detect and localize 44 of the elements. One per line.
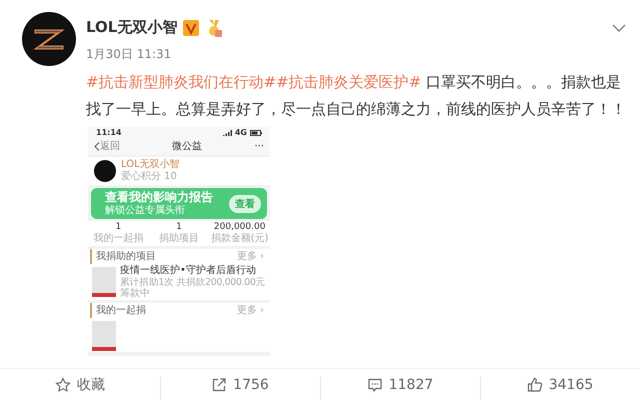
photo-placeholder xyxy=(92,267,116,297)
thumbs-up-icon xyxy=(526,377,543,393)
page-title: 微公益 xyxy=(172,140,202,153)
author-name[interactable]: LOL无双小智 xyxy=(86,18,178,37)
hashtag-link[interactable]: #抗击肺炎关爱医护# xyxy=(276,73,422,91)
more-menu[interactable]: ··· xyxy=(254,140,264,152)
stat-label: 我的一起捐 xyxy=(93,233,144,245)
stat-label: 捐助项目 xyxy=(159,233,199,245)
stat-value: 200,000.00 xyxy=(214,222,266,232)
chevron-down-icon[interactable] xyxy=(612,24,626,32)
stat-label: 捐款金额(元) xyxy=(210,233,269,245)
signal-icon xyxy=(222,130,232,136)
banner-title: 查看我的影响力报告 xyxy=(105,190,213,204)
profile-name: LOL无双小智 xyxy=(121,159,180,170)
comment-icon xyxy=(366,377,383,393)
repost-button[interactable]: 1756 xyxy=(160,369,320,400)
letter-z-logo-icon xyxy=(33,28,65,50)
section-title: 我的一起捐 xyxy=(96,304,146,317)
battery-icon xyxy=(250,130,262,136)
avatar[interactable] xyxy=(22,12,76,66)
star-icon xyxy=(55,377,71,393)
comment-button[interactable]: 11827 xyxy=(320,369,480,400)
project-detail: 累计捐助1次 共捐款200,000.00元 xyxy=(120,277,266,288)
favorite-button[interactable]: 收藏 xyxy=(0,369,160,400)
like-button[interactable]: 34165 xyxy=(480,369,640,400)
back-link[interactable]: 返回 xyxy=(94,139,120,153)
banner-subtitle: 解锁公益专属头衔 xyxy=(105,205,186,217)
share-icon xyxy=(211,377,228,393)
chevron-left-icon xyxy=(94,142,100,150)
hashtag-link[interactable]: #抗击新型肺炎我们在行动# xyxy=(86,73,276,91)
project-title: 疫情一线医护•守护者后盾行动 xyxy=(120,265,257,277)
verified-badge-icon xyxy=(183,20,200,36)
project-item[interactable]: 疫情一线医护•守护者后盾行动 累计捐助1次 共捐款200,000.00元 筹款中 xyxy=(88,264,270,300)
status-time: 11:14 xyxy=(96,128,122,137)
profile-points: 爱心积分 10 xyxy=(121,171,178,183)
section-title: 我捐助的项目 xyxy=(96,250,156,263)
project-status: 筹款中 xyxy=(120,288,151,299)
stat-value: 1 xyxy=(176,222,182,232)
post-timestamp: 1月30日 11:31 xyxy=(86,46,172,63)
network-label: 4G xyxy=(234,128,247,137)
stat-value: 1 xyxy=(115,222,122,233)
photo-placeholder xyxy=(92,321,116,351)
profile-avatar xyxy=(94,160,116,182)
post-text: #抗击新型肺炎我们在行动##抗击肺炎关爱医护# 口罩买不明白。。。捐款也是找了一早上。总算是弄好了，尽一点自己的绵薄之力，前线的医护人员辛苦了！！ xyxy=(86,72,627,120)
